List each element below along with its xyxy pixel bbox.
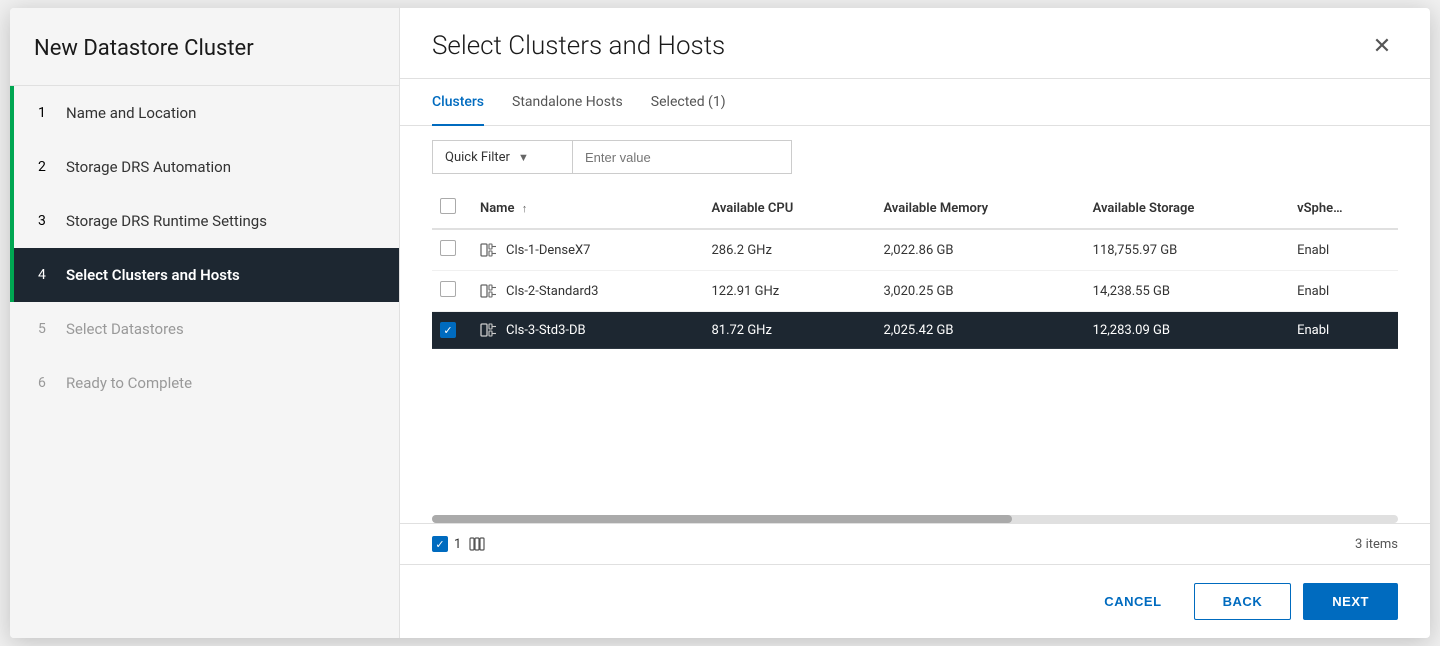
scrollbar-track — [432, 515, 1398, 523]
cluster-name: Cls-1-DenseX7 — [506, 243, 591, 258]
step-label: Select Datastores — [66, 320, 184, 338]
step-number: 2 — [38, 159, 54, 175]
scrollbar-thumb — [432, 515, 1012, 523]
col-cpu: Available CPU — [699, 188, 871, 229]
tabs-bar: Clusters Standalone Hosts Selected (1) — [400, 79, 1430, 126]
row-memory: 2,022.86 GB — [871, 229, 1080, 271]
cluster-icon — [480, 322, 498, 338]
main-title: Select Clusters and Hosts — [432, 31, 725, 61]
row-cpu: 81.72 GHz — [699, 312, 871, 349]
table-body: Cls-1-DenseX7 286.2 GHz 2,022.86 GB 118,… — [432, 229, 1398, 349]
step-label: Ready to Complete — [66, 374, 192, 392]
row-checkbox-cell[interactable] — [432, 229, 468, 271]
step-label: Select Clusters and Hosts — [66, 266, 240, 284]
row-storage: 118,755.97 GB — [1081, 229, 1285, 271]
table-row[interactable]: Cls-2-Standard3 122.91 GHz 3,020.25 GB 1… — [432, 271, 1398, 312]
step-label: Storage DRS Runtime Settings — [66, 212, 267, 230]
row-memory: 2,025.42 GB — [871, 312, 1080, 349]
footer-status: 1 3 items — [400, 523, 1430, 564]
sidebar-step-name-and-location[interactable]: 1 Name and Location — [10, 86, 399, 140]
row-name: Cls-3-Std3-DB — [468, 312, 699, 349]
footer-checkbox[interactable] — [432, 536, 448, 552]
col-storage: Available Storage — [1081, 188, 1285, 229]
data-table-wrapper: Name ↑ Available CPU Available Memory Av… — [400, 188, 1430, 507]
col-memory: Available Memory — [871, 188, 1080, 229]
row-cpu: 286.2 GHz — [699, 229, 871, 271]
row-checkbox[interactable] — [440, 281, 456, 297]
back-button[interactable]: BACK — [1194, 583, 1292, 620]
main-header: Select Clusters and Hosts ✕ — [400, 8, 1430, 79]
items-count: 3 items — [1355, 537, 1398, 552]
step-label: Name and Location — [66, 104, 196, 122]
tab-standalone-hosts[interactable]: Standalone Hosts — [512, 80, 623, 126]
row-checkbox[interactable] — [440, 240, 456, 256]
quick-filter-dropdown[interactable]: Quick Filter ▼ — [432, 140, 572, 174]
cluster-icon — [480, 242, 498, 258]
close-button[interactable]: ✕ — [1366, 30, 1398, 62]
dialog: New Datastore Cluster 1 Name and Locatio… — [10, 8, 1430, 638]
header-checkbox[interactable] — [440, 198, 456, 214]
sidebar-step-storage-drs-automation[interactable]: 2 Storage DRS Automation — [10, 140, 399, 194]
step-number: 4 — [38, 267, 54, 283]
sidebar-step-select-datastores: 5 Select Datastores — [10, 302, 399, 356]
table-row[interactable]: Cls-1-DenseX7 286.2 GHz 2,022.86 GB 118,… — [432, 229, 1398, 271]
filter-row: Quick Filter ▼ — [400, 126, 1430, 188]
row-checkbox-cell[interactable] — [432, 312, 468, 349]
sidebar-title: New Datastore Cluster — [10, 8, 399, 86]
col-name: Name ↑ — [468, 188, 699, 229]
row-memory: 3,020.25 GB — [871, 271, 1080, 312]
cancel-button[interactable]: CANCEL — [1084, 584, 1181, 619]
selected-count: 1 — [454, 537, 461, 552]
header-checkbox-col — [432, 188, 468, 229]
row-storage: 14,238.55 GB — [1081, 271, 1285, 312]
table-header-row: Name ↑ Available CPU Available Memory Av… — [432, 188, 1398, 229]
step-number: 3 — [38, 213, 54, 229]
row-cpu: 122.91 GHz — [699, 271, 871, 312]
step-number: 1 — [38, 105, 54, 121]
sort-icon: ↑ — [522, 202, 528, 215]
sidebar: New Datastore Cluster 1 Name and Locatio… — [10, 8, 400, 638]
tab-selected--1-[interactable]: Selected (1) — [651, 80, 726, 126]
row-vsphere: Enabl — [1285, 271, 1398, 312]
col-vsphere: vSphe… — [1285, 188, 1398, 229]
sidebar-step-ready-to-complete: 6 Ready to Complete — [10, 356, 399, 410]
step-number: 5 — [38, 321, 54, 337]
quick-filter-label: Quick Filter — [445, 150, 510, 165]
clusters-table: Name ↑ Available CPU Available Memory Av… — [432, 188, 1398, 349]
table-row[interactable]: Cls-3-Std3-DB 81.72 GHz 2,025.42 GB 12,2… — [432, 312, 1398, 349]
sidebar-step-select-clusters-and-hosts[interactable]: 4 Select Clusters and Hosts — [10, 248, 399, 302]
row-checkbox-cell[interactable] — [432, 271, 468, 312]
sidebar-step-storage-drs-runtime-settings[interactable]: 3 Storage DRS Runtime Settings — [10, 194, 399, 248]
selected-count-area: 1 — [432, 534, 487, 554]
cluster-icon — [480, 283, 498, 299]
filter-input[interactable] — [572, 140, 792, 174]
row-storage: 12,283.09 GB — [1081, 312, 1285, 349]
next-button[interactable]: NEXT — [1303, 583, 1398, 620]
cluster-name: Cls-3-Std3-DB — [506, 323, 586, 338]
row-vsphere: Enabl — [1285, 229, 1398, 271]
row-name: Cls-1-DenseX7 — [468, 229, 699, 271]
step-label: Storage DRS Automation — [66, 158, 231, 176]
sidebar-steps: 1 Name and Location 2 Storage DRS Automa… — [10, 86, 399, 638]
horizontal-scrollbar[interactable] — [400, 507, 1430, 523]
step-number: 6 — [38, 375, 54, 391]
column-chooser-icon[interactable] — [467, 534, 487, 554]
cluster-name: Cls-2-Standard3 — [506, 284, 598, 299]
row-checkbox[interactable] — [440, 322, 456, 338]
row-vsphere: Enabl — [1285, 312, 1398, 349]
tab-clusters[interactable]: Clusters — [432, 80, 484, 126]
action-buttons: CANCEL BACK NEXT — [400, 564, 1430, 638]
row-name: Cls-2-Standard3 — [468, 271, 699, 312]
main-content: Select Clusters and Hosts ✕ Clusters Stan… — [400, 8, 1430, 638]
chevron-down-icon: ▼ — [518, 151, 529, 164]
